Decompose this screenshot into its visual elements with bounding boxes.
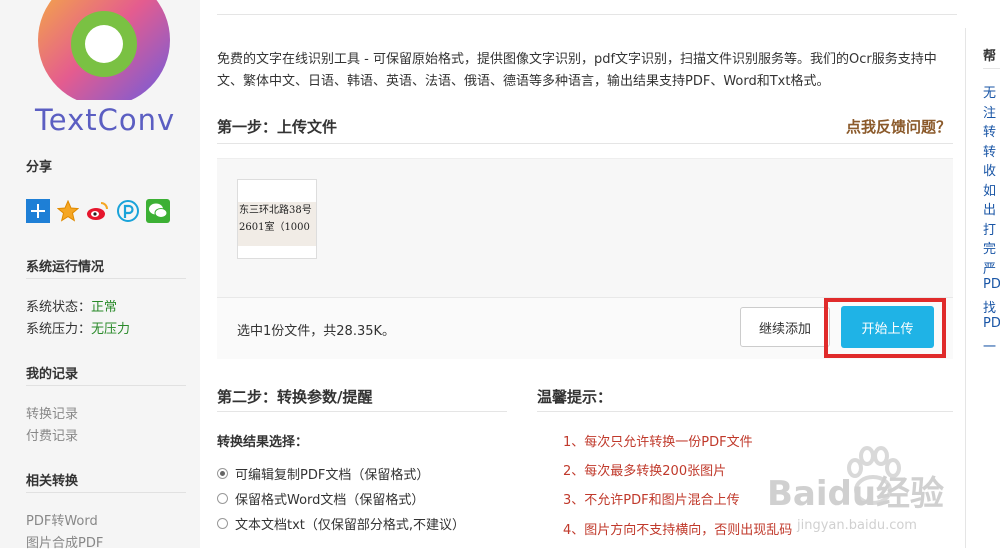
radio-button[interactable] — [217, 518, 228, 529]
divider — [26, 278, 186, 279]
help-link-list: 无 注 转 转 收 如 出 打 完 严 PD 找 PD 一 — [983, 82, 1000, 355]
help-link[interactable]: 完 — [983, 238, 1000, 258]
status-title: 系统运行情况 — [26, 260, 105, 275]
tip-item: 2、每次最多转换200张图片 — [563, 464, 727, 479]
help-link[interactable]: PD — [983, 277, 1000, 297]
help-link[interactable]: 出 — [983, 199, 1000, 219]
option-label: 文本文档txt（仅保留部分格式,不建议） — [235, 518, 466, 533]
help-title: 帮 — [983, 49, 997, 64]
thumbnail-line: 2601室（1000 — [239, 222, 310, 233]
p-icon[interactable] — [116, 199, 140, 223]
baidu-watermark: Baidu经验 jingyan.baidu.com — [763, 440, 1000, 548]
record-link-payments[interactable]: 付费记录 — [26, 425, 78, 444]
share-icons — [26, 199, 170, 223]
help-link[interactable]: 注 — [983, 102, 1000, 122]
status-label: 系统状态： — [26, 300, 92, 315]
related-link-image-pdf[interactable]: 图片合成PDF — [26, 532, 103, 551]
divider — [217, 143, 953, 144]
radio-button[interactable] — [217, 493, 228, 504]
step1-title: 第一步：上传文件 — [217, 118, 338, 136]
option-editable-pdf[interactable]: 可编辑复制PDF文档（保留格式） — [217, 464, 429, 483]
tip-item: 4、图片方向不支持横向，否则出现乱码 — [563, 523, 793, 538]
help-link[interactable]: 严 — [983, 258, 1000, 278]
step2-title: 第二步：转换参数/提醒 — [217, 388, 373, 406]
divider — [26, 385, 186, 386]
star-icon[interactable] — [56, 199, 80, 223]
watermark-url: jingyan.baidu.com — [797, 518, 917, 533]
divider — [26, 492, 186, 493]
option-label: 保留格式Word文档（保留格式） — [235, 493, 425, 508]
divider — [983, 68, 1000, 69]
thumbnail-line: 东三环北路38号 — [239, 205, 312, 216]
load-value: 无压力 — [91, 322, 131, 337]
help-link[interactable]: 转 — [983, 121, 1000, 141]
help-link[interactable]: 收 — [983, 160, 1000, 180]
record-link-conversions[interactable]: 转换记录 — [26, 403, 78, 422]
radio-button[interactable] — [217, 468, 228, 479]
status-value: 正常 — [91, 300, 118, 315]
plus-icon[interactable] — [26, 199, 50, 223]
file-thumbnail[interactable]: 东三环北路38号 2601室（1000 — [237, 179, 317, 259]
help-link[interactable]: 找 — [983, 297, 1000, 317]
system-load: 系统压力：无压力 — [26, 318, 130, 337]
wechat-icon[interactable] — [146, 199, 170, 223]
option-label: 可编辑复制PDF文档（保留格式） — [235, 468, 430, 483]
option-word[interactable]: 保留格式Word文档（保留格式） — [217, 489, 424, 508]
add-more-button[interactable]: 继续添加 — [740, 307, 830, 347]
divider — [537, 411, 953, 412]
feedback-link[interactable]: 点我反馈问题？ — [846, 116, 951, 137]
divider — [217, 411, 507, 412]
help-link[interactable]: 转 — [983, 141, 1000, 161]
start-upload-button[interactable]: 开始上传 — [841, 306, 934, 348]
logo-text: TextConv — [35, 103, 176, 137]
top-divider — [217, 14, 957, 15]
weibo-icon[interactable] — [86, 199, 110, 223]
records-title: 我的记录 — [26, 367, 79, 382]
share-title: 分享 — [26, 160, 53, 175]
file-summary: 选中1份文件，共28.35K。 — [237, 324, 396, 339]
help-link[interactable]: PD — [983, 316, 1000, 336]
tip-item: 1、每次只允许转换一份PDF文件 — [563, 435, 753, 450]
help-link[interactable]: 如 — [983, 180, 1000, 200]
system-status: 系统状态：正常 — [26, 296, 117, 315]
watermark-brand: Baidu经验 — [767, 474, 945, 514]
tip-item: 3、不允许PDF和图片混合上传 — [563, 493, 740, 508]
result-label: 转换结果选择： — [217, 435, 309, 450]
related-title: 相关转换 — [26, 474, 79, 489]
help-link[interactable]: 无 — [983, 82, 1000, 102]
tips-title: 温馨提示： — [537, 388, 613, 406]
thumbnail-image: 东三环北路38号 2601室（1000 — [238, 202, 316, 246]
related-link-pdf-word[interactable]: PDF转Word — [26, 510, 98, 529]
help-link[interactable]: 一 — [983, 336, 1000, 356]
load-label: 系统压力： — [26, 322, 92, 337]
help-link[interactable]: 打 — [983, 219, 1000, 239]
intro-text: 免费的文字在线识别工具 - 可保留原始格式，提供图像文字识别，pdf文字识别，扫… — [217, 52, 937, 89]
option-txt[interactable]: 文本文档txt（仅保留部分格式,不建议） — [217, 514, 465, 533]
